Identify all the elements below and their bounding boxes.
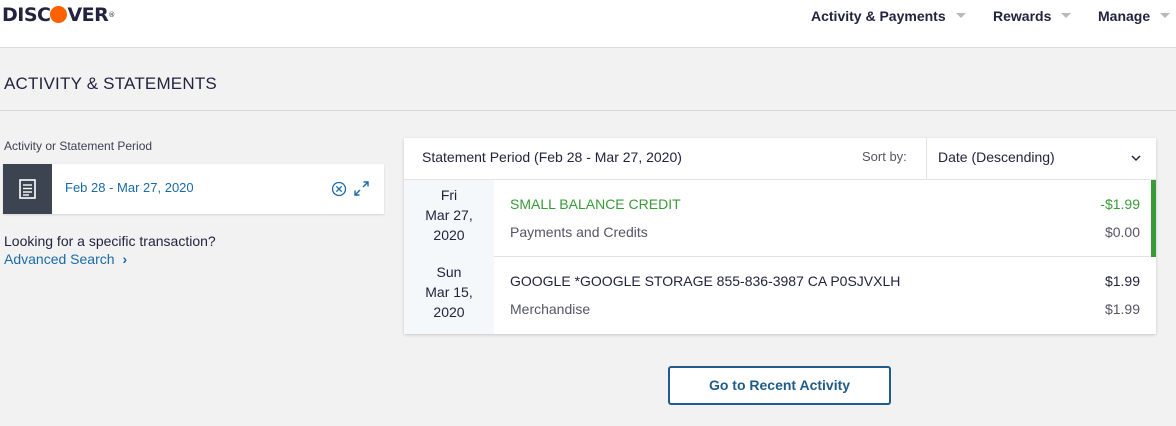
- advanced-search-link[interactable]: Advanced Search ›: [4, 251, 127, 267]
- transaction-description: SMALL BALANCE CREDIT: [510, 196, 681, 212]
- transaction-row[interactable]: Sun Mar 15, 2020 GOOGLE *GOOGLE STORAGE …: [404, 257, 1156, 334]
- specific-transaction-prompt: Looking for a specific transaction?: [4, 233, 216, 249]
- transactions-panel-header: Statement Period (Feb 28 - Mar 27, 2020)…: [404, 138, 1156, 180]
- chevron-down-icon[interactable]: [1130, 152, 1142, 164]
- transaction-category: Payments and Credits: [510, 224, 648, 240]
- top-navigation-bar: DISC VER® Activity & Payments Rewards Man…: [0, 0, 1176, 48]
- period-picker-value: Feb 28 - Mar 27, 2020: [65, 180, 194, 195]
- transaction-year: 2020: [433, 227, 465, 243]
- transaction-date: Fri Mar 27, 2020: [404, 180, 494, 257]
- period-icon-box: [3, 164, 52, 214]
- credit-status-bar: [1151, 180, 1156, 257]
- caret-down-icon: [1160, 13, 1171, 18]
- transaction-secondary-amount: $1.99: [1104, 301, 1140, 317]
- nav-manage[interactable]: Manage: [1098, 6, 1171, 26]
- discover-logo[interactable]: DISC VER®: [2, 5, 115, 25]
- clear-circle-icon[interactable]: [331, 181, 347, 197]
- transaction-amount: $1.99: [1104, 273, 1140, 289]
- advanced-search-label: Advanced Search: [4, 251, 115, 267]
- go-to-recent-activity-button[interactable]: Go to Recent Activity: [668, 366, 891, 405]
- expand-icon[interactable]: [353, 180, 370, 197]
- logo-text-left: DISC: [2, 4, 51, 26]
- transaction-secondary-amount: $0.00: [1104, 224, 1140, 240]
- transaction-description: GOOGLE *GOOGLE STORAGE 855-836-3987 CA P…: [510, 273, 901, 289]
- logo-orange-dot: [50, 6, 68, 23]
- sort-divider: [926, 138, 927, 180]
- period-picker[interactable]: Feb 28 - Mar 27, 2020: [3, 164, 384, 214]
- sort-select[interactable]: Date (Descending): [938, 149, 1148, 165]
- transaction-day: Sun: [436, 264, 462, 280]
- nav-activity-payments[interactable]: Activity & Payments: [811, 6, 966, 26]
- transaction-category: Merchandise: [510, 301, 591, 317]
- nav-activity-payments-label: Activity & Payments: [811, 8, 946, 24]
- nav-rewards-label: Rewards: [993, 8, 1052, 24]
- title-divider: [0, 110, 1176, 111]
- nav-rewards[interactable]: Rewards: [993, 6, 1072, 26]
- page-title: ACTIVITY & STATEMENTS: [4, 74, 217, 93]
- transaction-year: 2020: [433, 304, 465, 320]
- transaction-month-day: Mar 15,: [425, 284, 473, 300]
- transaction-amount: -$1.99: [1100, 196, 1140, 212]
- period-picker-label: Activity or Statement Period: [4, 139, 153, 153]
- transactions-panel: Statement Period (Feb 28 - Mar 27, 2020)…: [404, 138, 1156, 334]
- caret-down-icon: [955, 13, 966, 18]
- statement-document-icon: [19, 179, 36, 199]
- caret-down-icon: [1061, 13, 1072, 18]
- logo-text-right: VER: [67, 4, 109, 26]
- transaction-day: Fri: [440, 187, 458, 203]
- logo-registered-mark: ®: [108, 11, 115, 19]
- transaction-month-day: Mar 27,: [425, 207, 473, 223]
- transaction-row[interactable]: Fri Mar 27, 2020 SMALL BALANCE CREDIT Pa…: [404, 180, 1156, 257]
- statement-period-heading: Statement Period (Feb 28 - Mar 27, 2020): [422, 149, 682, 165]
- chevron-right-icon: ›: [122, 251, 128, 267]
- transaction-date: Sun Mar 15, 2020: [404, 257, 494, 334]
- nav-manage-label: Manage: [1098, 8, 1151, 24]
- sort-by-label: Sort by:: [862, 149, 907, 164]
